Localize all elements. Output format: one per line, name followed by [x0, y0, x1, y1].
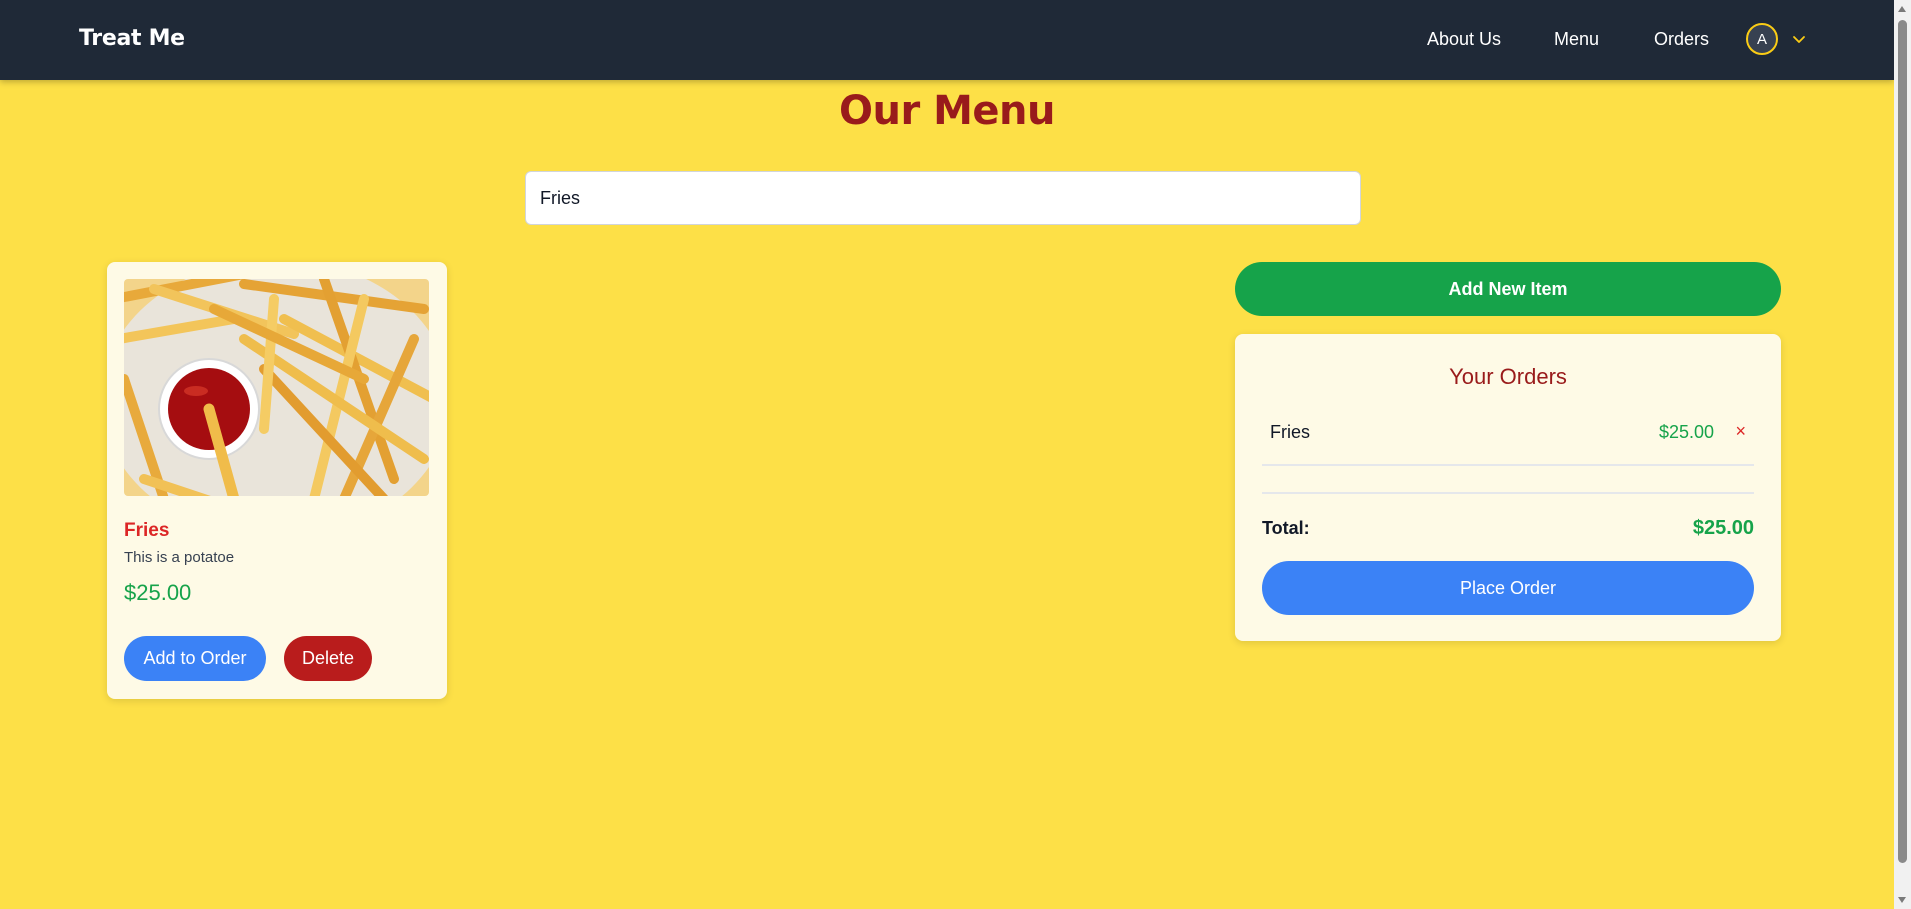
add-new-item-button[interactable]: Add New Item: [1235, 262, 1781, 316]
scroll-up-arrow-icon[interactable]: [1898, 6, 1906, 12]
menu-item-description: This is a potatoe: [124, 549, 235, 566]
nav-link-about-us[interactable]: About Us: [1427, 29, 1501, 50]
menu-item-name: Fries: [124, 520, 170, 541]
page-title: Our Menu: [838, 88, 1056, 134]
add-to-order-button[interactable]: Add to Order: [124, 636, 266, 681]
delete-button[interactable]: Delete: [284, 636, 372, 681]
brand-logo[interactable]: Treat Me: [79, 26, 185, 51]
avatar[interactable]: A: [1746, 23, 1778, 55]
nav-link-menu[interactable]: Menu: [1554, 29, 1599, 50]
order-row: Fries $25.00 ×: [1262, 421, 1754, 466]
chevron-down-icon[interactable]: [1791, 31, 1807, 47]
total-label: Total:: [1262, 518, 1310, 538]
navbar: Treat Me About Us Menu Orders A: [0, 0, 1894, 80]
nav-link-orders[interactable]: Orders: [1654, 29, 1709, 50]
place-order-button[interactable]: Place Order: [1262, 561, 1754, 615]
orders-panel: Your Orders Fries $25.00 × Total: $25.00…: [1235, 334, 1781, 641]
orders-title: Your Orders: [1449, 364, 1567, 389]
remove-order-icon[interactable]: ×: [1735, 421, 1746, 442]
order-item-price: $25.00: [1658, 422, 1714, 442]
menu-item-card: Fries This is a potatoe $25.00 Add to Or…: [107, 262, 447, 699]
scroll-down-arrow-icon[interactable]: [1898, 897, 1906, 903]
order-item-name: Fries: [1270, 422, 1310, 442]
total-value: $25.00: [1692, 517, 1754, 539]
scrollbar-thumb[interactable]: [1898, 20, 1907, 863]
menu-item-price: $25.00: [124, 580, 192, 605]
divider: [1262, 492, 1754, 494]
fries-image: [124, 279, 429, 496]
page-scrollbar[interactable]: [1894, 0, 1911, 909]
search-input[interactable]: [525, 171, 1361, 225]
